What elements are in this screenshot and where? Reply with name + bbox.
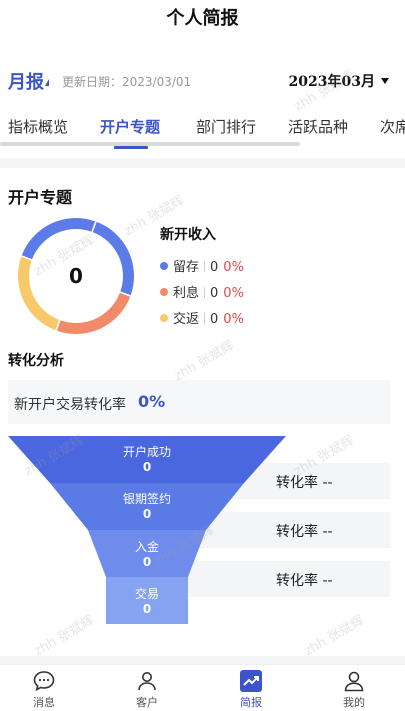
funnel-stage-value: 0 [142, 460, 152, 474]
funnel-stage-value: 0 [142, 507, 152, 521]
month-selector[interactable]: 2023年03月 [289, 71, 389, 91]
page-header: 个人简报 [0, 0, 405, 40]
funnel-stage-label: 入金 [134, 540, 159, 554]
tab-secondary-seat[interactable]: 次席 [380, 116, 405, 137]
profile-icon [344, 671, 364, 692]
donut-center-value: 0 [69, 264, 83, 288]
conversion-rate-label: 新开户交易转化率 [14, 397, 126, 413]
chevron-down-icon [381, 78, 389, 84]
update-date: 更新日期：2023/03/01 [62, 75, 192, 89]
legend-item-retention: 留存 0 0% [160, 256, 244, 275]
report-filter-bar: 月报 更新日期：2023/03/01 2023年03月 [0, 60, 405, 100]
chat-bubble-icon [33, 671, 55, 692]
legend-item-rebate: 交返 0 0% [160, 308, 244, 327]
funnel-stage-label: 开户成功 [122, 445, 171, 459]
funnel-stage-value: 0 [142, 555, 152, 569]
tab-active-products[interactable]: 活跃品种 [288, 116, 348, 137]
page-title: 个人简报 [166, 8, 239, 29]
section-divider [0, 656, 405, 664]
person-icon [138, 672, 156, 691]
watermark-text: zhh 张斌辉 [301, 613, 367, 660]
tabs-scrollbar[interactable] [0, 142, 300, 146]
trend-chart-icon [240, 670, 262, 692]
nav-item-me[interactable]: 我的 [324, 669, 384, 710]
conversion-rate-card: 新开户交易转化率 0% [8, 380, 390, 424]
legend-item-interest: 利息 0 0% [160, 282, 244, 301]
legend-title: 新开收入 [160, 227, 216, 243]
report-period-dropdown[interactable]: 月报 [8, 68, 49, 94]
legend-dot-icon [160, 314, 168, 322]
conversion-title: 转化分析 [8, 353, 64, 369]
watermark-text: zhh 张斌辉 [171, 338, 237, 385]
funnel-stage-value: 0 [142, 602, 152, 616]
active-tab-indicator [114, 146, 148, 149]
conversion-rate-value: 0% [138, 392, 166, 411]
tab-indicator-overview[interactable]: 指标概览 [8, 116, 68, 137]
section-title: 开户专题 [8, 188, 73, 207]
funnel-stage-label: 银期签约 [122, 492, 171, 506]
legend-dot-icon [160, 262, 168, 270]
funnel-stage-label: 交易 [134, 587, 159, 601]
nav-item-briefing[interactable]: 简报 [221, 669, 281, 710]
legend-dot-icon [160, 288, 168, 296]
nav-item-customers[interactable]: 客户 [117, 669, 177, 710]
section-divider [0, 158, 405, 168]
tab-account-opening[interactable]: 开户专题 [100, 116, 160, 137]
conversion-funnel: 开户成功 0 银期签约 0 入金 0 交易 0 [8, 436, 288, 626]
caret-icon [45, 79, 49, 86]
nav-item-messages[interactable]: 消息 [14, 669, 74, 710]
bottom-navigation: 消息 客户 简报 我的 [0, 664, 405, 711]
tab-department-ranking[interactable]: 部门排行 [196, 116, 256, 137]
